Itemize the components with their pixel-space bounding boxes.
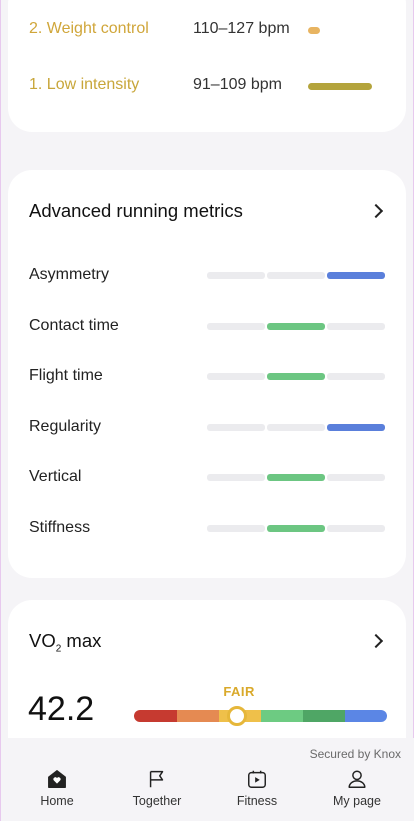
metric-level-segment: [267, 423, 325, 431]
metric-level-segment: [207, 474, 265, 481]
metric-level-bar: [207, 272, 385, 279]
metric-label: Vertical: [29, 468, 82, 485]
person-icon: [348, 770, 366, 788]
card-title: VO2 max: [29, 630, 101, 655]
nav-label: Together: [132, 794, 182, 808]
metric-row: Flight time: [29, 367, 389, 391]
zone-bpm: 91–109 bpm: [193, 76, 282, 93]
metric-label: Stiffness: [29, 518, 91, 536]
metric-level-segment: [327, 524, 385, 532]
metric-level-bar: [207, 423, 385, 431]
chevron-right-icon[interactable]: [368, 633, 384, 649]
metric-level-segment: [207, 423, 265, 431]
metric-level-segment: [267, 373, 325, 380]
nav-item-home[interactable]: Home: [7, 768, 107, 820]
metric-level-segment: [327, 474, 385, 481]
secured-by-knox-text: Secured by Knox: [309, 747, 401, 761]
metric-level-segment: [327, 373, 385, 380]
metric-level-segment: [267, 322, 325, 330]
card-title: Advanced running metrics: [29, 200, 243, 221]
metric-level-segment: [327, 272, 385, 279]
nav-label: Home: [40, 794, 74, 808]
chevron-right-icon[interactable]: [368, 203, 384, 219]
vo2-title-suffix: max: [61, 630, 102, 651]
metric-level-bar: [207, 474, 385, 481]
nav-item-fitness[interactable]: Fitness: [207, 768, 307, 820]
metric-row: Stiffness: [29, 519, 389, 543]
gauge-segment: [134, 710, 177, 722]
metric-level-segment: [327, 322, 385, 330]
gauge-segment: [344, 710, 387, 722]
metric-level-segment: [207, 272, 265, 279]
metric-level-segment: [267, 474, 325, 481]
zone-label: 2. Weight control: [29, 20, 149, 37]
metric-level-segment: [267, 524, 325, 532]
vo2max-gauge: FAIR: [134, 684, 387, 726]
metric-label: Flight time: [29, 367, 103, 384]
zone-row-low-intensity: 1. Low intensity 91–109 bpm: [29, 76, 389, 100]
vo2-title-main: VO: [29, 630, 56, 651]
zone-row-weight-control: 2. Weight control 110–127 bpm: [29, 20, 389, 44]
metric-row: Contact time: [29, 317, 389, 341]
metric-row: Vertical: [29, 468, 389, 492]
metric-level-segment: [207, 373, 265, 380]
bottom-navigation: Home Together Fitness My page: [1, 768, 414, 820]
vo2max-value: 42.2: [28, 690, 95, 728]
metric-level-segment: [207, 322, 265, 330]
metric-level-segment: [327, 423, 385, 431]
zone-label: 1. Low intensity: [29, 76, 140, 93]
zone-bpm: 110–127 bpm: [193, 20, 290, 37]
metric-level-bar: [207, 373, 385, 380]
advanced-running-metrics-card[interactable]: Advanced running metrics Asymmetry Contac…: [8, 170, 406, 578]
metric-row: Asymmetry: [29, 266, 389, 290]
metric-label: Regularity: [29, 417, 102, 435]
metric-label: Contact time: [29, 316, 119, 334]
gauge-segment: [176, 710, 219, 722]
bottom-area: Secured by Knox Home Together Fitness My…: [1, 738, 414, 821]
gauge-segment: [302, 710, 345, 722]
metric-row: Regularity: [29, 418, 389, 442]
metric-level-segment: [267, 272, 325, 279]
nav-item-together[interactable]: Together: [107, 768, 207, 820]
gauge-level-label: FAIR: [223, 684, 255, 699]
fitness-play-icon: [248, 770, 266, 788]
zone-time-bar: [308, 27, 320, 34]
zone-time-bar: [308, 83, 372, 90]
nav-label: Fitness: [236, 794, 278, 808]
gauge-marker: [227, 706, 248, 726]
nav-label: My page: [333, 794, 381, 808]
metric-level-bar: [207, 322, 385, 330]
flag-icon: [149, 770, 164, 788]
nav-item-my-page[interactable]: My page: [307, 768, 407, 820]
gauge-segment: [260, 710, 303, 722]
home-heart-icon: [48, 770, 66, 788]
metric-label: Asymmetry: [29, 266, 109, 283]
heart-rate-zones-card: 2. Weight control 110–127 bpm 1. Low int…: [8, 0, 406, 132]
metric-level-bar: [207, 524, 385, 532]
metric-level-segment: [207, 524, 265, 532]
